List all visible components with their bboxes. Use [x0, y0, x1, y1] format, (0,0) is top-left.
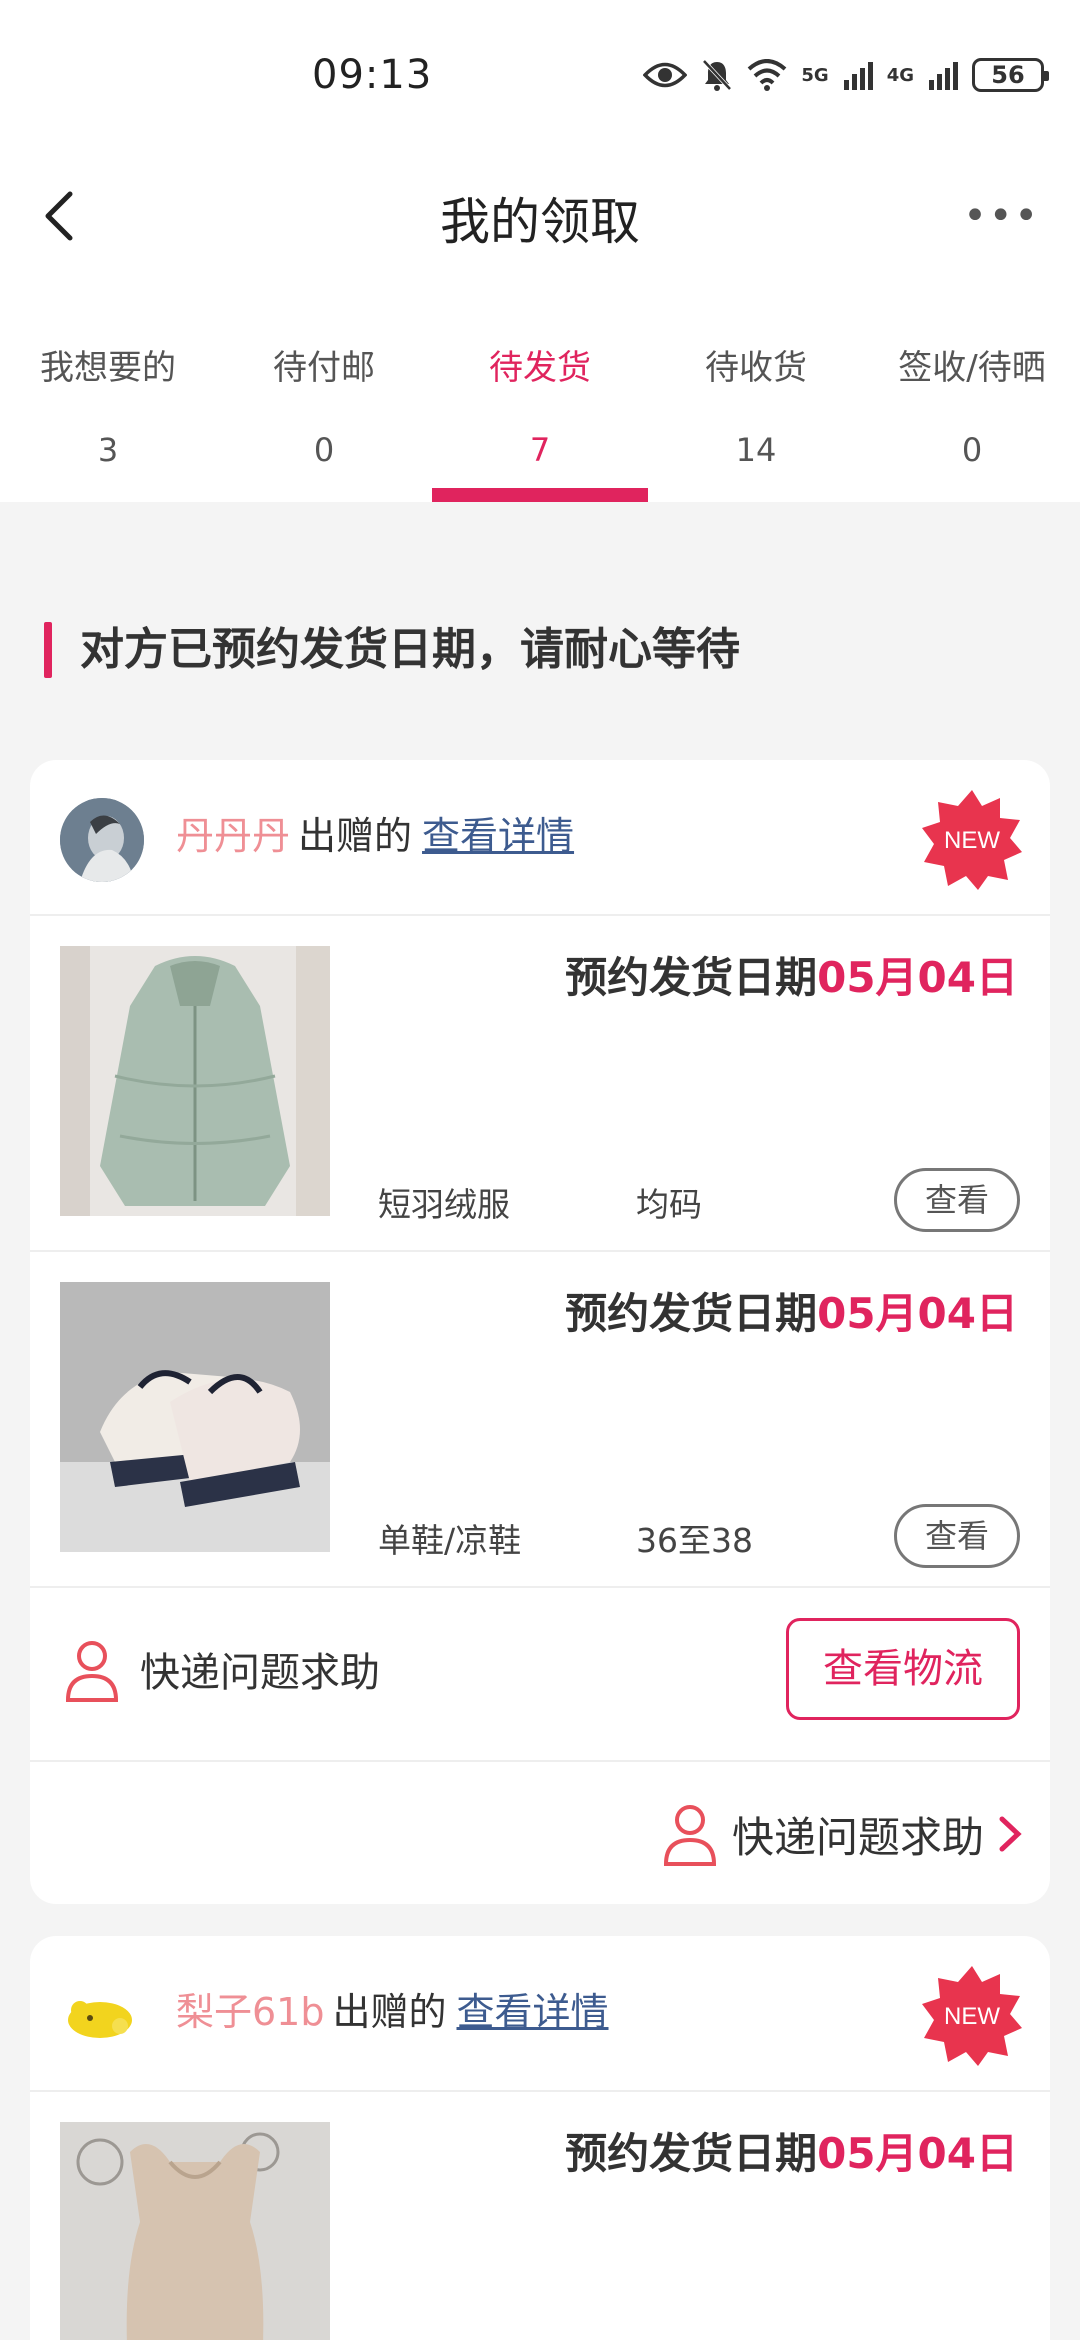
ship-date-label: 预约发货日期 — [565, 953, 818, 1002]
ship-date-line: 预约发货日期05月04日 — [565, 2120, 1018, 2181]
ship-date-label: 预约发货日期 — [565, 2129, 818, 2178]
donor-gift-text: 出赠的 — [298, 814, 413, 858]
new-badge-icon: NEW — [922, 790, 1022, 890]
item-size: 36至38 — [636, 1521, 753, 1560]
tab-count: 0 — [961, 431, 983, 469]
new-badge-icon: NEW — [922, 1966, 1022, 2066]
shipping-help-link-label: 快递问题求助 — [731, 1812, 984, 1862]
page-title: 我的领取 — [440, 193, 640, 251]
order-item: 预约发货日期05月04日 — [30, 2092, 1050, 2340]
view-logistics-button[interactable]: 查看物流 — [786, 1618, 1020, 1720]
tab-label: 签收/待晒 — [898, 348, 1046, 388]
view-details-link[interactable]: 查看详情 — [457, 1990, 609, 2034]
product-image-down-jacket[interactable] — [60, 946, 330, 1216]
card-header: 梨子61b 出赠的 查看详情 NEW — [30, 1936, 1050, 2092]
tab-count: 3 — [97, 431, 119, 469]
item-size: 均码 — [636, 1185, 702, 1224]
tab-label: 待付邮 — [273, 348, 375, 388]
donor-line: 梨子61b 出赠的 查看详情 — [176, 1982, 609, 2042]
ship-date-line: 预约发货日期05月04日 — [565, 1280, 1018, 1341]
order-item: 预约发货日期05月04日 单鞋/凉鞋 36至38 查看 — [30, 1252, 1050, 1588]
order-status-tabs: 我想要的 3 待付邮 0 待发货 7 待收货 14 签收/待晒 0 — [0, 270, 1080, 502]
ship-date-label: 预约发货日期 — [565, 1289, 818, 1338]
donor-line: 丹丹丹 出赠的 查看详情 — [176, 806, 574, 866]
donor-name[interactable]: 梨子61b — [176, 1990, 324, 2034]
shipping-help-label[interactable]: 快递问题求助 — [140, 1640, 380, 1698]
signal-4g-label: 4G — [886, 64, 914, 86]
view-details-link[interactable]: 查看详情 — [422, 814, 574, 858]
ship-date-value: 05月04日 — [817, 953, 1018, 1002]
mute-bell-icon — [702, 59, 732, 91]
tab-count: 7 — [529, 431, 551, 469]
battery-icon: 56 — [972, 58, 1049, 92]
status-icons: 5G 4G 56 — [643, 58, 1049, 92]
tab-count: 14 — [735, 431, 777, 469]
tab-label: 待发货 — [489, 348, 591, 388]
donor-name[interactable]: 丹丹丹 — [176, 814, 290, 858]
tab-pending-receipt[interactable]: 待收货 14 — [648, 270, 864, 502]
new-badge-text: NEW — [944, 2003, 1000, 2030]
tab-signed-review[interactable]: 签收/待晒 0 — [864, 270, 1080, 502]
shipping-help-link-row: 快递问题求助 — [30, 1762, 1050, 1904]
avatar[interactable] — [60, 798, 144, 882]
new-badge-text: NEW — [944, 827, 1000, 854]
signal-icon — [843, 62, 873, 90]
view-item-button[interactable]: 查看 — [894, 1504, 1020, 1568]
top-nav-bar: 我的领取 ••• — [0, 160, 1080, 270]
status-bar: 09:13 5G 4G 56 — [0, 0, 1080, 160]
signal-icon — [929, 62, 958, 90]
tab-want[interactable]: 我想要的 3 — [0, 270, 216, 502]
view-item-button[interactable]: 查看 — [894, 1168, 1020, 1232]
chevron-right-icon — [999, 1816, 1022, 1852]
signal-5g-label: 5G — [801, 64, 829, 86]
shipping-help-row: 快递问题求助 查看物流 — [30, 1588, 1050, 1762]
order-item: 预约发货日期05月04日 短羽绒服 均码 查看 — [30, 916, 1050, 1252]
shipping-help-link[interactable]: 快递问题求助 — [662, 1802, 1022, 1866]
order-card: 丹丹丹 出赠的 查看详情 NEW 预约发货日期05月04日 短羽绒服 均码 查看 预… — [30, 760, 1050, 1904]
avatar[interactable] — [60, 1974, 144, 2058]
tab-pending-shipment[interactable]: 待发货 7 — [432, 270, 648, 502]
product-image-top[interactable] — [60, 2122, 330, 2340]
tab-pending-postage[interactable]: 待付邮 0 — [216, 270, 432, 502]
order-card: 梨子61b 出赠的 查看详情 NEW 预约发货日期05月04日 — [30, 1936, 1050, 2340]
wifi-icon — [748, 59, 787, 91]
product-image-sneakers[interactable] — [60, 1282, 330, 1552]
ship-date-value: 05月04日 — [817, 1289, 1018, 1338]
card-header: 丹丹丹 出赠的 查看详情 NEW — [30, 760, 1050, 916]
section-heading: 对方已预约发货日期，请耐心等待 — [44, 620, 740, 680]
tab-count: 0 — [313, 431, 335, 469]
ship-date-value: 05月04日 — [817, 2129, 1018, 2178]
tab-label: 我想要的 — [40, 348, 176, 388]
more-options-icon[interactable]: ••• — [963, 196, 1040, 236]
eye-icon — [643, 62, 688, 88]
item-name: 短羽绒服 — [378, 1185, 510, 1224]
tab-label: 待收货 — [705, 348, 807, 388]
person-icon — [663, 1805, 716, 1866]
status-time: 09:13 — [312, 52, 433, 98]
active-tab-indicator — [432, 488, 648, 502]
battery-level: 56 — [991, 61, 1025, 89]
ship-date-line: 预约发货日期05月04日 — [565, 944, 1018, 1005]
person-icon — [65, 1641, 119, 1702]
item-name: 单鞋/凉鞋 — [378, 1521, 522, 1560]
donor-gift-text: 出赠的 — [332, 1990, 447, 2034]
